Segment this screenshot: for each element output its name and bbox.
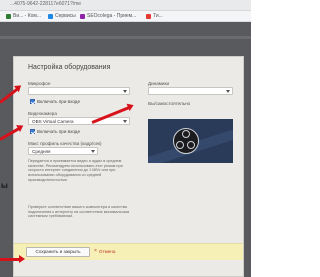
equipment-settings-dialog: Настройка оборудования Микрофон Включать…: [13, 56, 244, 277]
self-view-label: Вы/самостоятельно: [148, 101, 191, 106]
requirements-notice: Проверьте соответствие вашего компьютера…: [28, 205, 130, 219]
bookmarks-bar: Ви... - Ком... Сервисы SEOcolega - Прием…: [0, 11, 251, 22]
quality-label: Макс профиль качества (кадр/сек): [28, 141, 102, 146]
annotation-arrow-icon: [0, 255, 25, 262]
mic-autoenable-checkbox[interactable]: Включать при входе: [30, 99, 80, 104]
quality-select[interactable]: Средняя: [28, 147, 98, 155]
bookmark-item[interactable]: Сервисы: [48, 13, 76, 19]
dialog-footer: Сохранить и закрыть × Отмена: [14, 243, 243, 260]
page-edge-text: ы: [1, 181, 8, 190]
cancel-button[interactable]: × Отмена: [94, 248, 115, 254]
cam-autoenable-checkbox[interactable]: Включать при входе: [30, 129, 80, 134]
bookmark-item[interactable]: SEOcolega - Прием...: [80, 13, 136, 19]
microphone-select[interactable]: [28, 87, 130, 95]
save-and-close-button[interactable]: Сохранить и закрыть: [26, 247, 90, 257]
camera-preview: [148, 119, 233, 163]
header-strip: [0, 36, 251, 39]
checkbox-checked-icon: [30, 99, 35, 104]
dialog-title: Настройка оборудования: [28, 64, 111, 71]
microphone-label: Микрофон: [28, 81, 51, 86]
chevron-down-icon: [123, 90, 127, 93]
speakers-select[interactable]: [148, 87, 233, 95]
bookmark-favicon-icon: [80, 13, 85, 19]
chevron-down-icon: [91, 150, 95, 153]
quality-description: Передается и принимается видео и аудио в…: [28, 159, 123, 182]
address-bar[interactable]: ...4075-9642-228117e6071?/me: [0, 0, 251, 11]
bookmark-favicon-icon: [146, 13, 151, 19]
bookmark-item[interactable]: Ти...: [146, 13, 163, 19]
webcam-select[interactable]: OBS Virtual Camera: [28, 117, 130, 125]
bookmark-item[interactable]: Ви... - Ком...: [6, 13, 41, 19]
url-text: ...4075-9642-228117e6071?/me: [10, 1, 82, 7]
webcam-label: Видеокамера: [28, 111, 57, 116]
close-icon: ×: [94, 248, 97, 254]
chevron-down-icon: [226, 90, 230, 93]
checkbox-checked-icon: [30, 129, 35, 134]
speakers-label: Динамики: [148, 81, 170, 86]
bookmark-favicon-icon: [6, 13, 11, 19]
chevron-down-icon: [123, 120, 127, 123]
bookmark-favicon-icon: [48, 13, 53, 19]
obs-logo-icon: [173, 128, 199, 154]
